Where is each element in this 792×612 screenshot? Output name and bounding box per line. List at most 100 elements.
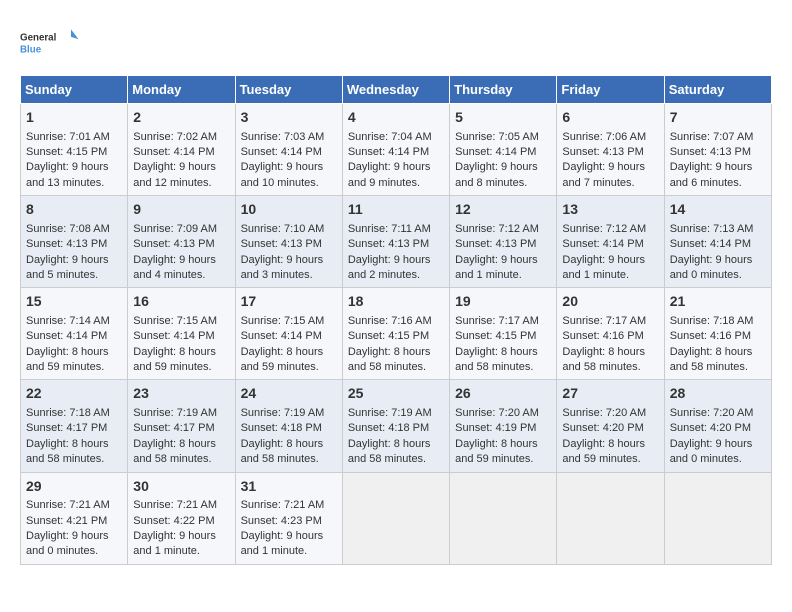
calendar-cell: 17Sunrise: 7:15 AMSunset: 4:14 PMDayligh… [235,288,342,380]
calendar-week-row: 8Sunrise: 7:08 AMSunset: 4:13 PMDaylight… [21,196,772,288]
day-number: 25 [348,384,444,404]
cell-info-line: Sunrise: 7:20 AM [562,406,658,421]
cell-info-line: Sunrise: 7:01 AM [26,130,122,145]
cell-info-line: Daylight: 9 hours [455,160,551,175]
cell-info-line: Sunset: 4:16 PM [562,329,658,344]
calendar-cell: 26Sunrise: 7:20 AMSunset: 4:19 PMDayligh… [450,380,557,472]
day-number: 30 [133,477,229,497]
cell-info-line: Sunrise: 7:10 AM [241,222,337,237]
cell-info-line: and 58 minutes. [241,452,337,467]
cell-info-line: and 58 minutes. [348,360,444,375]
calendar-cell [557,472,664,564]
day-number: 19 [455,292,551,312]
weekday-header: Wednesday [342,76,449,104]
cell-info-line: and 59 minutes. [455,452,551,467]
cell-info-line: and 58 minutes. [26,452,122,467]
weekday-header-row: SundayMondayTuesdayWednesdayThursdayFrid… [21,76,772,104]
cell-info-line: and 59 minutes. [562,452,658,467]
cell-info-line: and 10 minutes. [241,176,337,191]
cell-info-line: Sunrise: 7:19 AM [348,406,444,421]
day-number: 17 [241,292,337,312]
day-number: 15 [26,292,122,312]
cell-info-line: Sunrise: 7:09 AM [133,222,229,237]
calendar-cell: 22Sunrise: 7:18 AMSunset: 4:17 PMDayligh… [21,380,128,472]
cell-info-line: and 7 minutes. [562,176,658,191]
cell-info-line: and 0 minutes. [670,268,766,283]
cell-info-line: Sunset: 4:13 PM [26,237,122,252]
svg-text:General: General [20,33,57,44]
cell-info-line: Daylight: 8 hours [348,345,444,360]
cell-info-line: Sunrise: 7:16 AM [348,314,444,329]
day-number: 13 [562,200,658,220]
cell-info-line: Sunrise: 7:12 AM [562,222,658,237]
calendar-cell: 19Sunrise: 7:17 AMSunset: 4:15 PMDayligh… [450,288,557,380]
weekday-header: Tuesday [235,76,342,104]
cell-info-line: Daylight: 9 hours [241,160,337,175]
cell-info-line: Sunset: 4:13 PM [562,145,658,160]
calendar-cell: 21Sunrise: 7:18 AMSunset: 4:16 PMDayligh… [664,288,771,380]
cell-info-line: Sunset: 4:23 PM [241,514,337,529]
day-number: 23 [133,384,229,404]
calendar-cell: 5Sunrise: 7:05 AMSunset: 4:14 PMDaylight… [450,104,557,196]
cell-info-line: Sunset: 4:17 PM [26,421,122,436]
cell-info-line: Sunset: 4:14 PM [26,329,122,344]
cell-info-line: Sunset: 4:19 PM [455,421,551,436]
cell-info-line: Sunrise: 7:21 AM [133,498,229,513]
day-number: 27 [562,384,658,404]
cell-info-line: Daylight: 8 hours [133,437,229,452]
cell-info-line: Daylight: 8 hours [670,345,766,360]
cell-info-line: Sunset: 4:14 PM [348,145,444,160]
cell-info-line: Sunset: 4:15 PM [348,329,444,344]
cell-info-line: Sunrise: 7:15 AM [241,314,337,329]
calendar-cell: 28Sunrise: 7:20 AMSunset: 4:20 PMDayligh… [664,380,771,472]
calendar-week-row: 1 Sunrise: 7:01 AMSunset: 4:15 PM Daylight… [21,104,772,196]
calendar-table: SundayMondayTuesdayWednesdayThursdayFrid… [20,75,772,565]
cell-info-line: and 1 minute. [133,544,229,559]
calendar-cell: 15Sunrise: 7:14 AMSunset: 4:14 PMDayligh… [21,288,128,380]
cell-info-line: Sunset: 4:18 PM [241,421,337,436]
cell-info-line: and 5 minutes. [26,268,122,283]
cell-info-line: Sunset: 4:15 PM [26,145,122,160]
day-number: 1 [26,108,122,128]
cell-info-line: Sunrise: 7:20 AM [670,406,766,421]
calendar-cell: 24Sunrise: 7:19 AMSunset: 4:18 PMDayligh… [235,380,342,472]
cell-info-line: Sunset: 4:14 PM [670,237,766,252]
cell-info-line: Sunset: 4:14 PM [241,329,337,344]
cell-info-line: Sunrise: 7:07 AM [670,130,766,145]
cell-info-line: Daylight: 9 hours [562,160,658,175]
day-number: 8 [26,200,122,220]
day-number: 11 [348,200,444,220]
cell-info-line: Sunset: 4:20 PM [670,421,766,436]
weekday-header: Saturday [664,76,771,104]
day-number: 10 [241,200,337,220]
cell-info-line: and 8 minutes. [455,176,551,191]
cell-info-line: Sunrise: 7:17 AM [562,314,658,329]
cell-info-line: Sunset: 4:14 PM [133,145,229,160]
cell-info-line: Daylight: 8 hours [26,437,122,452]
cell-info-line: Sunrise: 7:11 AM [348,222,444,237]
cell-info-line: Daylight: 8 hours [562,345,658,360]
cell-info-line: Sunrise: 7:20 AM [455,406,551,421]
cell-info-line: and 59 minutes. [133,360,229,375]
cell-info-line: Sunset: 4:17 PM [133,421,229,436]
cell-info-line: Daylight: 9 hours [455,253,551,268]
logo-svg: General Blue [20,20,80,65]
cell-info-line: Daylight: 8 hours [455,437,551,452]
cell-info-line: Daylight: 8 hours [26,345,122,360]
logo: General Blue [20,20,80,65]
calendar-week-row: 15Sunrise: 7:14 AMSunset: 4:14 PMDayligh… [21,288,772,380]
calendar-cell: 30Sunrise: 7:21 AMSunset: 4:22 PMDayligh… [128,472,235,564]
cell-info-line: Daylight: 9 hours [26,253,122,268]
cell-info-line: and 1 minute. [241,544,337,559]
cell-info-line: Sunrise: 7:05 AM [455,130,551,145]
calendar-cell: 14Sunrise: 7:13 AMSunset: 4:14 PMDayligh… [664,196,771,288]
calendar-cell: 16Sunrise: 7:15 AMSunset: 4:14 PMDayligh… [128,288,235,380]
cell-info-line: Sunrise: 7:06 AM [562,130,658,145]
cell-info-line: and 58 minutes. [455,360,551,375]
cell-info-line: Sunrise: 7:17 AM [455,314,551,329]
calendar-cell: 18Sunrise: 7:16 AMSunset: 4:15 PMDayligh… [342,288,449,380]
cell-info-line: Sunset: 4:14 PM [455,145,551,160]
day-number: 6 [562,108,658,128]
cell-info-line: and 1 minute. [455,268,551,283]
day-number: 4 [348,108,444,128]
